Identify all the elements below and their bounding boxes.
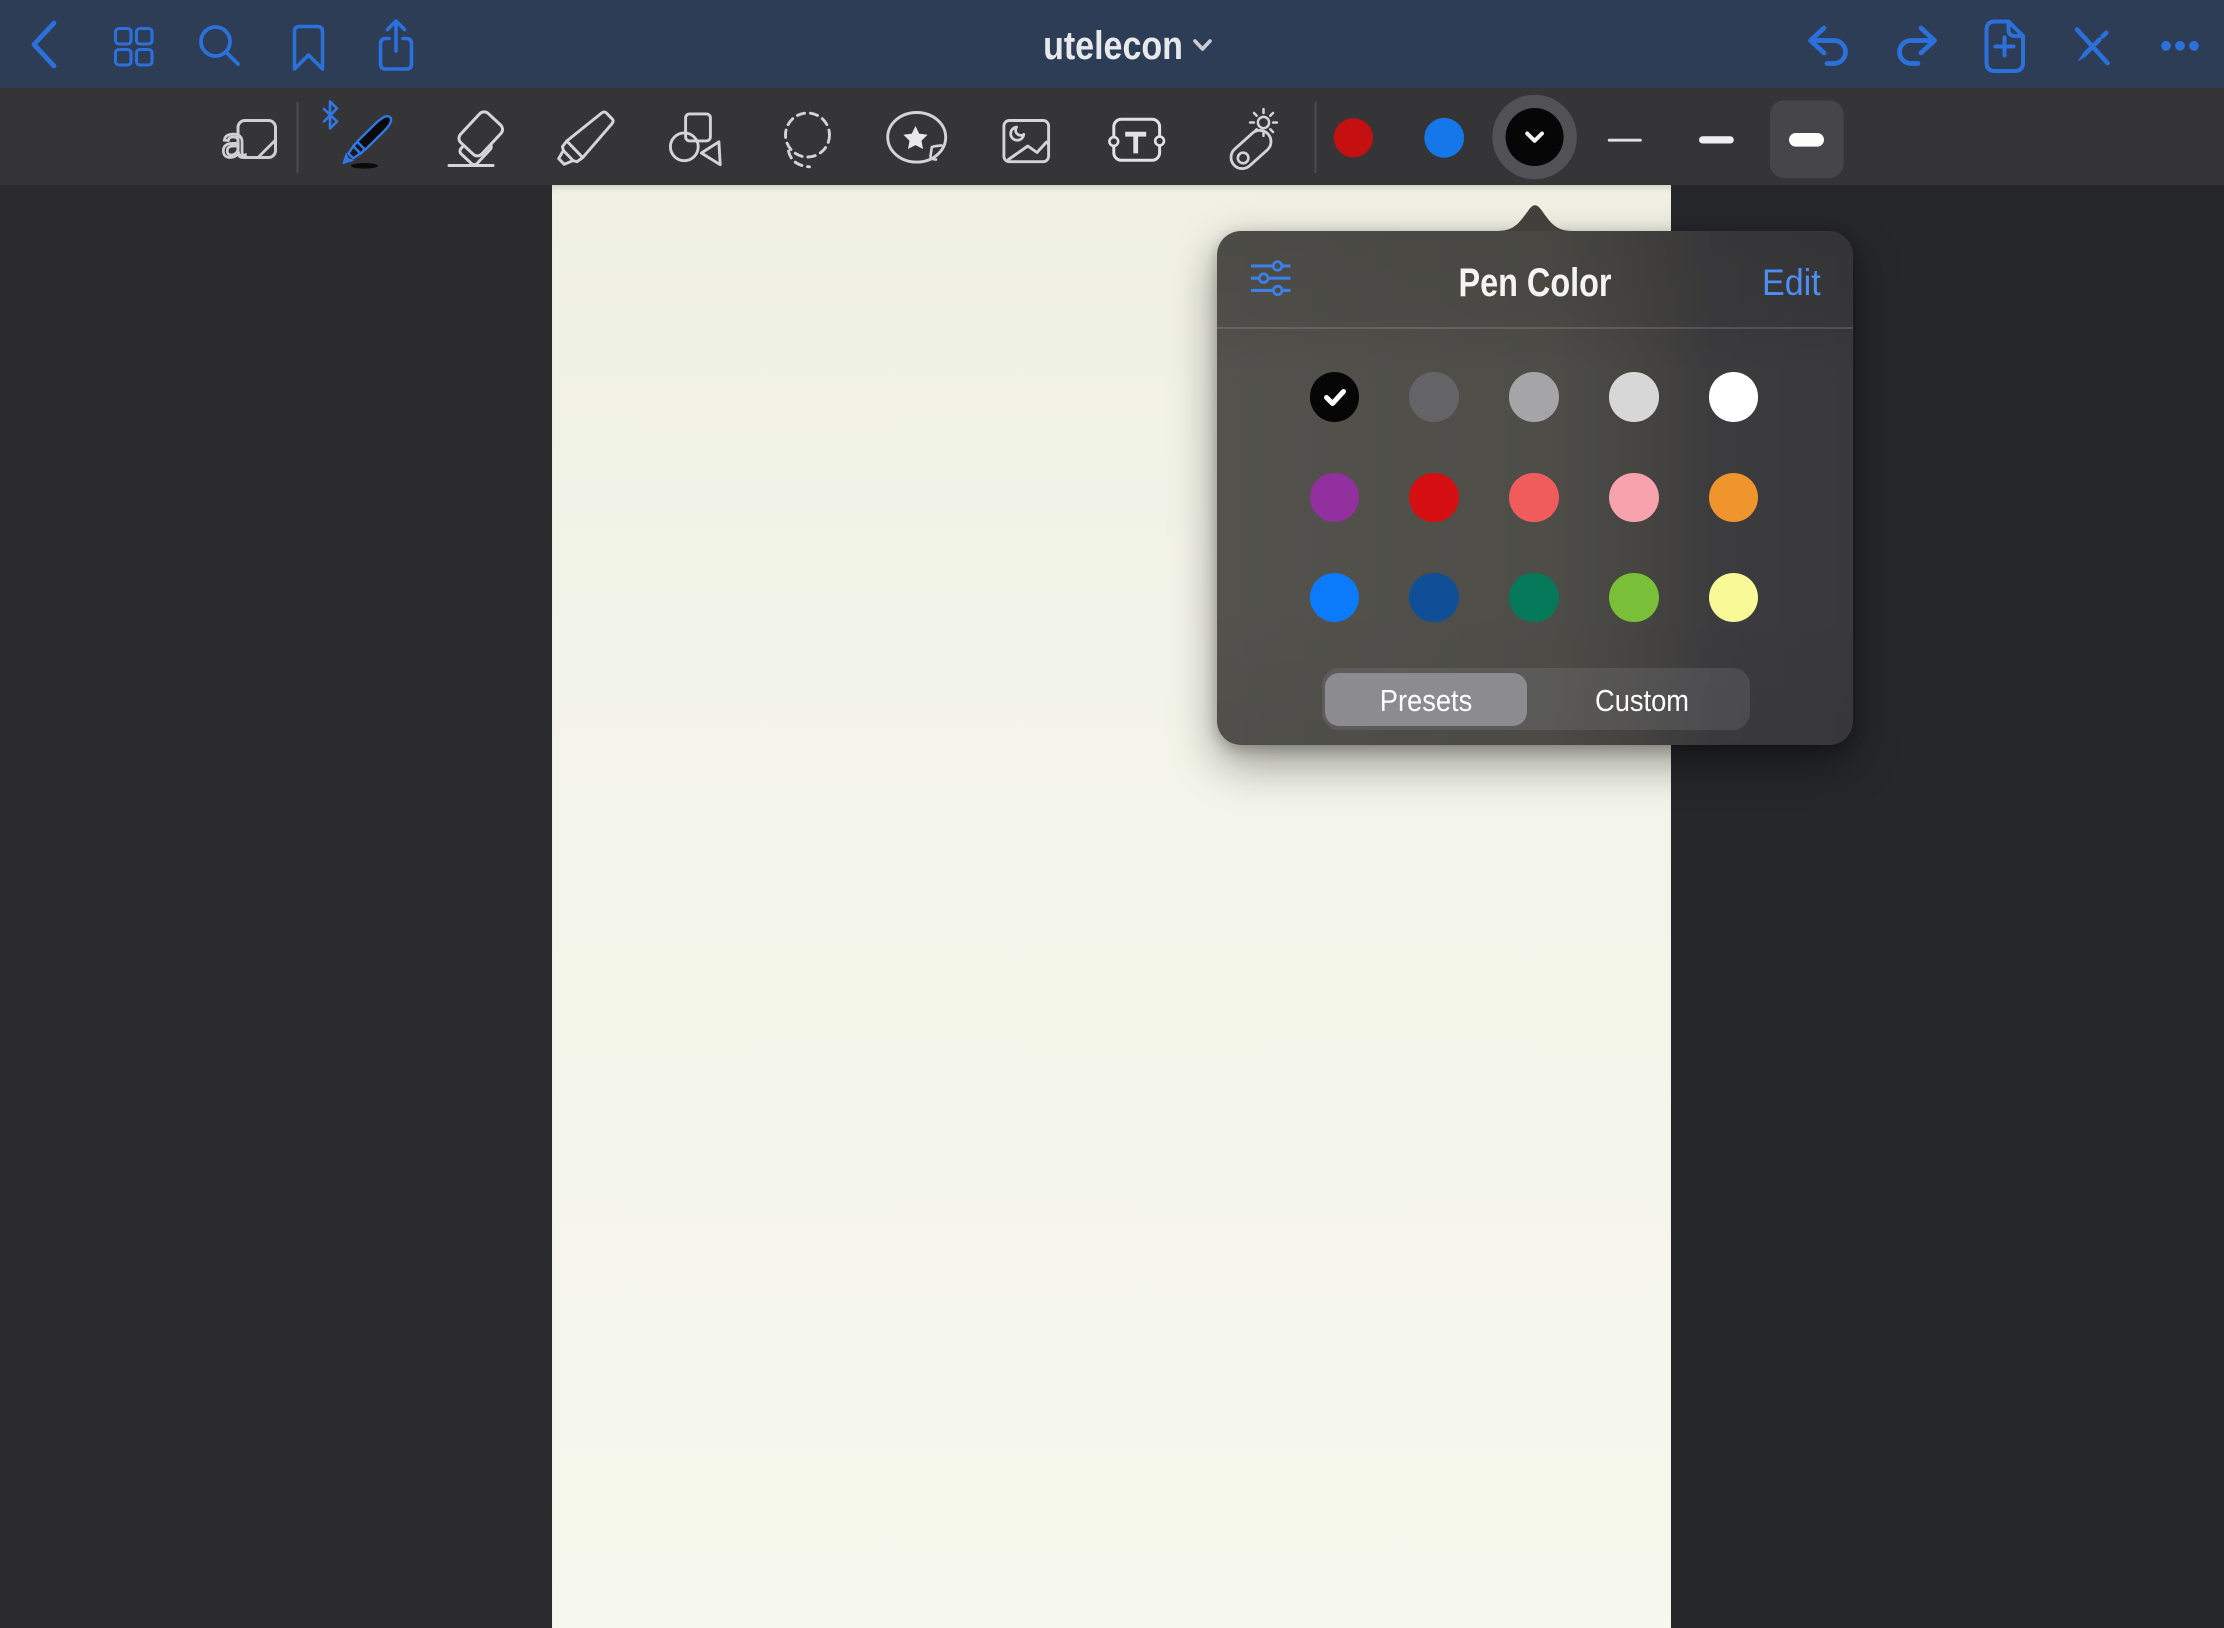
svg-text:a: a — [222, 119, 246, 167]
